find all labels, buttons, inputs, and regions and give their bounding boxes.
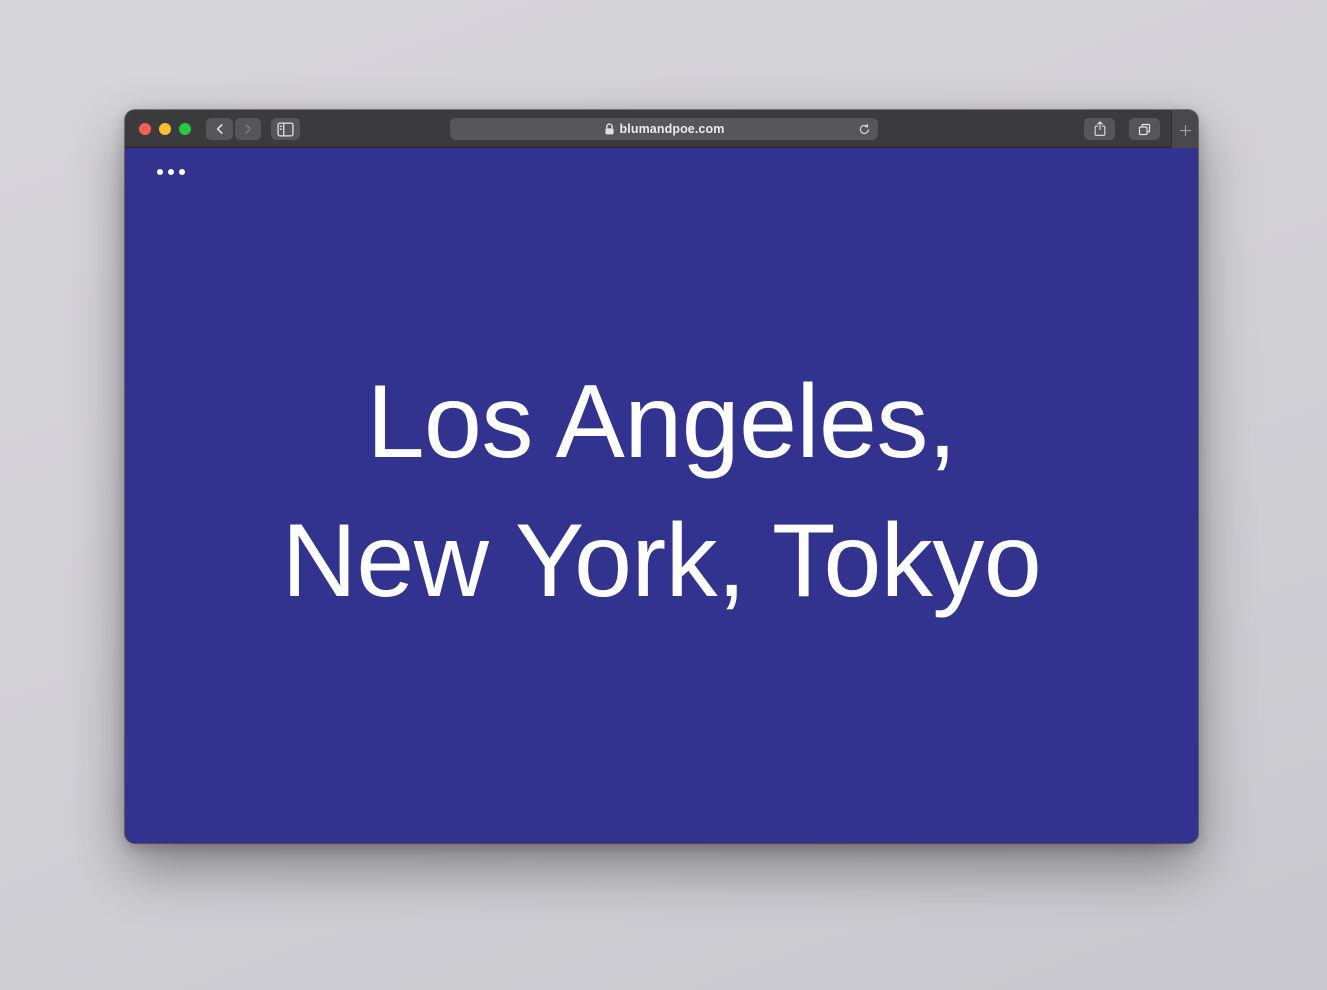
page-menu-button[interactable] <box>157 169 185 175</box>
address-bar[interactable]: blumandpoe.com <box>450 118 878 140</box>
address-url: blumandpoe.com <box>620 122 725 136</box>
share-button[interactable] <box>1084 118 1115 140</box>
chevron-right-icon <box>241 122 255 136</box>
browser-toolbar: blumandpoe.com <box>125 110 1198 148</box>
lock-icon <box>604 123 615 136</box>
dot-icon <box>168 169 174 175</box>
dot-icon <box>179 169 185 175</box>
reload-button[interactable] <box>855 120 873 138</box>
close-button[interactable] <box>139 123 151 135</box>
back-button[interactable] <box>206 118 233 140</box>
dot-icon <box>157 169 163 175</box>
browser-window: blumandpoe.com <box>125 110 1198 843</box>
zoom-button[interactable] <box>179 123 191 135</box>
sidebar-icon <box>277 122 294 137</box>
page-content: Los Angeles, New York, Tokyo <box>125 148 1198 843</box>
chevron-left-icon <box>213 122 227 136</box>
heading-line-2: New York, Tokyo <box>282 492 1041 630</box>
forward-button[interactable] <box>235 118 261 140</box>
tab-overview-icon <box>1137 122 1152 137</box>
minimize-button[interactable] <box>159 123 171 135</box>
window-controls <box>139 123 191 135</box>
heading-line-1: Los Angeles, <box>282 353 1041 491</box>
hero-heading-link[interactable]: Los Angeles, New York, Tokyo <box>282 353 1041 638</box>
tab-overview-button[interactable] <box>1129 118 1160 140</box>
new-tab-button[interactable] <box>1171 110 1198 148</box>
plus-icon <box>1178 123 1193 143</box>
sidebar-toggle-button[interactable] <box>271 118 300 140</box>
share-icon <box>1093 121 1107 137</box>
